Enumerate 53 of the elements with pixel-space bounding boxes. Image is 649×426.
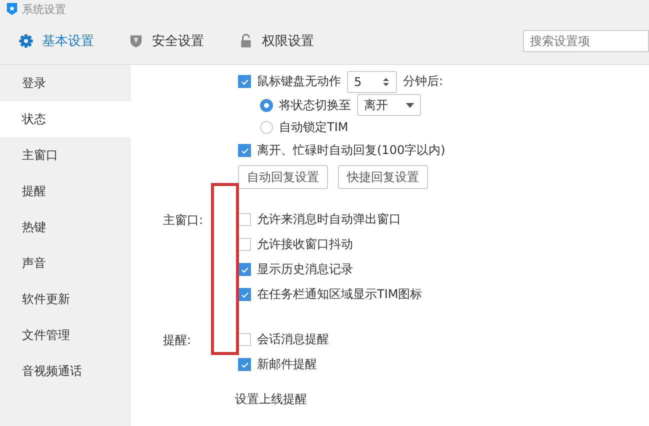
checkbox[interactable] xyxy=(238,288,251,301)
sidebar-item[interactable]: 登录 xyxy=(0,65,131,101)
option-label: 离开、忙碌时自动回复(100字以内) xyxy=(257,142,446,159)
check-icon xyxy=(240,76,250,86)
option-label: 新邮件提醒 xyxy=(257,356,317,373)
sidebar-item[interactable]: 声音 xyxy=(0,245,131,281)
option-label: 会话消息提醒 xyxy=(257,331,329,348)
sidebar-item[interactable]: 主窗口 xyxy=(0,137,131,173)
sidebar-item[interactable]: 状态 xyxy=(0,101,131,137)
option-label: 分钟后: xyxy=(403,73,444,90)
checkbox[interactable] xyxy=(238,144,251,157)
radio-button[interactable] xyxy=(260,98,273,112)
checkbox[interactable] xyxy=(238,75,251,88)
checkbox[interactable] xyxy=(238,263,251,276)
option-label: 鼠标键盘无动作 xyxy=(257,73,341,90)
window-title: 系统设置 xyxy=(22,2,66,16)
checkbox[interactable] xyxy=(238,238,251,251)
sidebar-item[interactable]: 提醒 xyxy=(0,173,131,209)
checkbox[interactable] xyxy=(238,358,251,371)
option-label: 自动锁定TIM xyxy=(279,118,348,136)
option-label: 允许来消息时自动弹出窗口 xyxy=(257,211,401,228)
option-label: 显示历史消息记录 xyxy=(257,261,353,278)
app-logo-icon xyxy=(6,2,18,16)
settings-button[interactable]: 快捷回复设置 xyxy=(338,165,428,189)
check-icon xyxy=(240,264,250,274)
tab[interactable]: 基本设置 xyxy=(18,32,94,50)
section-label: 主窗口: xyxy=(163,212,204,229)
search-field[interactable]: 搜索设置项 xyxy=(523,30,649,52)
tab[interactable]: 权限设置 xyxy=(238,32,314,50)
lock-icon xyxy=(238,33,254,49)
section-label: 提醒: xyxy=(163,332,192,349)
check-icon xyxy=(240,360,250,370)
radio-button[interactable] xyxy=(260,120,273,134)
sidebar-item[interactable]: 软件更新 xyxy=(0,281,131,317)
sidebar-item[interactable]: 热键 xyxy=(0,209,131,245)
checkbox[interactable] xyxy=(238,213,251,226)
option-label: 在任务栏通知区域显示TIM图标 xyxy=(257,286,422,303)
sidebar-item[interactable]: 文件管理 xyxy=(0,317,131,353)
tab[interactable]: 安全设置 xyxy=(128,32,204,50)
sidebar-item[interactable]: 音视频通话 xyxy=(0,353,131,389)
option-label: 允许接收窗口抖动 xyxy=(257,236,353,253)
spinner-arrows-icon xyxy=(382,76,390,88)
status-dropdown[interactable]: 离开 xyxy=(357,94,421,116)
check-icon xyxy=(240,290,250,300)
option-label: 将状态切换至 xyxy=(279,96,351,114)
checkbox[interactable] xyxy=(238,333,251,346)
caret-icon xyxy=(406,102,414,108)
online-reminder-link[interactable]: 设置上线提醒 xyxy=(235,391,329,408)
check-icon xyxy=(240,146,250,156)
minutes-spinner[interactable]: 5 xyxy=(347,70,397,92)
gear-icon xyxy=(18,33,34,49)
shield-icon xyxy=(128,33,144,49)
settings-button[interactable]: 自动回复设置 xyxy=(238,165,328,189)
